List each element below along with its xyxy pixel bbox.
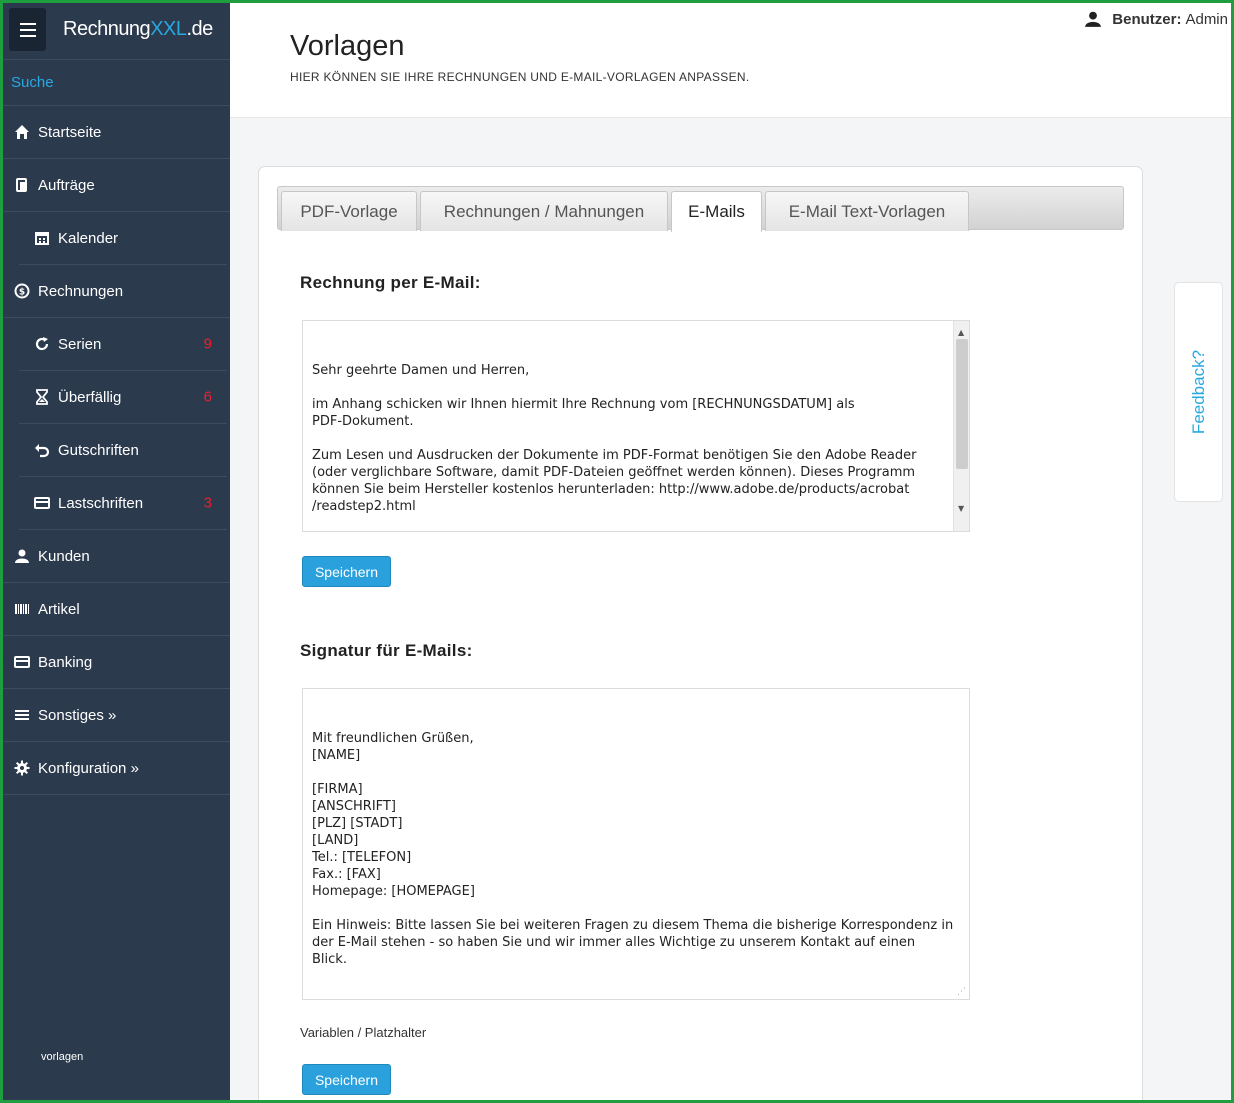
signature-textarea[interactable]: Mit freundlichen Grüßen, [NAME] [FIRMA] … xyxy=(302,688,970,1000)
count-badge: 6 xyxy=(203,388,212,406)
sidebar-item-label: Konfiguration » xyxy=(38,759,139,777)
feedback-tab[interactable]: Feedback? xyxy=(1174,282,1223,502)
sidebar-item-startseite[interactable]: Startseite xyxy=(0,106,230,159)
search-label: Suche xyxy=(11,74,54,91)
list-icon xyxy=(13,706,31,724)
hourglass-icon xyxy=(33,388,51,406)
scroll-down-icon[interactable]: ▼ xyxy=(958,500,964,517)
home-icon xyxy=(13,123,31,141)
user-label: Benutzer: xyxy=(1112,10,1182,28)
sidebar-item-sonstiges[interactable]: Sonstiges » xyxy=(0,689,230,742)
brand-logo[interactable]: RechnungXXL.de xyxy=(63,18,213,41)
brand-bar: RechnungXXL.de xyxy=(0,0,230,60)
tab-bar: PDF-Vorlage Rechnungen / Mahnungen E-Mai… xyxy=(277,186,1124,232)
brand-part-2: XXL xyxy=(150,18,187,40)
refresh-icon xyxy=(33,335,51,353)
sidebar-item-kalender[interactable]: Kalender xyxy=(19,212,227,265)
sidebar-item-label: Kalender xyxy=(58,229,119,247)
textarea-scrollbar[interactable]: ▲ ▼ xyxy=(953,321,969,531)
save-signature-button[interactable]: Speichern xyxy=(302,1064,391,1095)
sidebar-item-lastschriften[interactable]: Lastschriften 3 xyxy=(19,477,227,530)
sidebar-item-kunden[interactable]: Kunden xyxy=(0,530,230,583)
invoice-email-text: Sehr geehrte Damen und Herren, im Anhang… xyxy=(312,363,917,514)
page-subtitle: HIER KÖNNEN SIE IHRE RECHNUNGEN UND E-MA… xyxy=(290,70,750,84)
sidebar-search[interactable]: Suche xyxy=(0,60,230,106)
sidebar-item-label: Serien xyxy=(58,335,102,353)
feedback-label: Feedback? xyxy=(1188,349,1208,435)
sidebar-item-ueberfaellig[interactable]: Überfällig 6 xyxy=(19,371,227,424)
copy-icon xyxy=(13,176,31,194)
sidebar-item-artikel[interactable]: Artikel xyxy=(0,583,230,636)
sidebar-item-gutschriften[interactable]: Gutschriften xyxy=(19,424,227,477)
button-label: Speichern xyxy=(314,563,379,580)
sidebar-item-serien[interactable]: Serien 9 xyxy=(19,318,227,371)
gear-icon xyxy=(13,759,31,777)
undo-icon xyxy=(33,441,51,459)
brand-part-3: .de xyxy=(186,18,214,40)
brand-part-1: Rechnung xyxy=(63,18,151,40)
tab-rechnungen-mahnungen[interactable]: Rechnungen / Mahnungen xyxy=(420,191,668,231)
button-label: Speichern xyxy=(314,1071,379,1088)
sidebar-item-banking[interactable]: Banking xyxy=(0,636,230,689)
count-badge: 9 xyxy=(203,335,212,353)
calendar-icon xyxy=(33,229,51,247)
svg-text:$: $ xyxy=(19,288,25,298)
count-badge: 3 xyxy=(203,494,212,512)
variables-link[interactable]: Variablen / Platzhalter xyxy=(300,1025,426,1040)
sidebar-footer-label: vorlagen xyxy=(41,1051,84,1063)
signature-title: Signatur für E-Mails: xyxy=(300,641,473,660)
save-invoice-email-button[interactable]: Speichern xyxy=(302,556,391,587)
sidebar-item-label: Gutschriften xyxy=(58,441,139,459)
tab-label: Rechnungen / Mahnungen xyxy=(443,201,645,221)
invoice-email-title: Rechnung per E-Mail: xyxy=(300,273,481,292)
user-menu[interactable]: Benutzer: Admin xyxy=(1084,10,1228,28)
page-header: Vorlagen HIER KÖNNEN SIE IHRE RECHNUNGEN… xyxy=(230,0,1234,118)
invoice-email-textarea[interactable]: Sehr geehrte Damen und Herren, im Anhang… xyxy=(302,320,970,532)
sidebar-item-label: Lastschriften xyxy=(58,494,144,512)
card-icon xyxy=(13,653,31,671)
sidebar-item-label: Startseite xyxy=(38,123,102,141)
tab-e-mails[interactable]: E-Mails xyxy=(671,191,762,232)
tab-label: PDF-Vorlage xyxy=(300,201,398,221)
tab-label: E-Mail Text-Vorlagen xyxy=(788,201,946,221)
sidebar-item-konfiguration[interactable]: Konfiguration » xyxy=(0,742,230,795)
sidebar-item-label: Artikel xyxy=(38,600,80,618)
signature-text: Mit freundlichen Grüßen, [NAME] [FIRMA] … xyxy=(312,731,954,967)
sidebar-item-label: Überfällig xyxy=(58,388,122,406)
user-icon xyxy=(13,547,31,565)
scrollbar-thumb[interactable] xyxy=(956,339,968,469)
sidebar-item-label: Aufträge xyxy=(38,176,95,194)
user-name: Admin xyxy=(1185,10,1228,28)
barcode-icon xyxy=(13,600,31,618)
sidebar-item-label: Kunden xyxy=(38,547,90,565)
sidebar-item-label: Sonstiges » xyxy=(38,706,117,724)
page-title: Vorlagen xyxy=(290,30,405,62)
tab-pdf-vorlage[interactable]: PDF-Vorlage xyxy=(281,191,417,231)
hamburger-menu-icon[interactable] xyxy=(9,8,46,51)
tab-label: E-Mails xyxy=(688,202,745,221)
sidebar-item-rechnungen[interactable]: $ Rechnungen xyxy=(0,265,230,318)
sidebar: RechnungXXL.de Suche Startseite Aufträge… xyxy=(0,0,230,1103)
card-icon xyxy=(33,494,51,512)
sidebar-item-label: Banking xyxy=(38,653,93,671)
sidebar-item-auftraege[interactable]: Aufträge xyxy=(0,159,230,212)
resize-handle-icon[interactable]: ⋰ xyxy=(957,987,967,997)
dollar-circle-icon: $ xyxy=(13,282,31,300)
tab-e-mail-text-vorlagen[interactable]: E-Mail Text-Vorlagen xyxy=(765,191,969,231)
templates-panel: PDF-Vorlage Rechnungen / Mahnungen E-Mai… xyxy=(258,166,1143,1103)
user-icon xyxy=(1085,11,1102,27)
sidebar-item-label: Rechnungen xyxy=(38,282,124,300)
